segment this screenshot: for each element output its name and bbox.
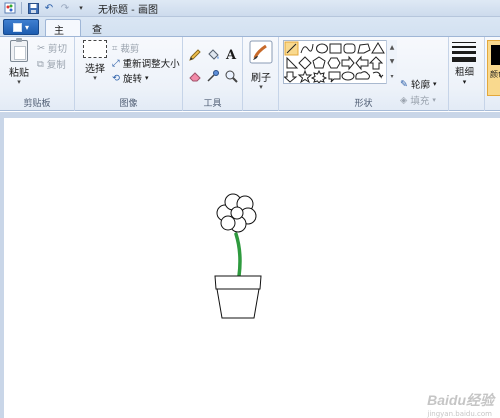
paint-app-icon[interactable] <box>3 2 17 15</box>
fill-label: 填充 <box>410 96 430 107</box>
window-title: 无标题 - 画图 <box>98 4 158 16</box>
crop-button[interactable]: ⌗ 裁剪 <box>112 41 140 56</box>
select-button[interactable]: 选择 ▾ <box>81 40 109 82</box>
chevron-down-icon: ▾ <box>17 78 21 86</box>
shapes-gallery-scrollbar[interactable]: ▲ ▼ ▾ <box>386 40 397 84</box>
scroll-down-icon[interactable]: ▼ <box>390 58 395 65</box>
fill-button[interactable]: ◈ 填充 ▾ <box>400 93 436 108</box>
resize-label: 重新调整大小 <box>122 59 180 70</box>
shapes-gallery <box>283 40 397 84</box>
pot-body <box>216 288 260 319</box>
expand-gallery-icon[interactable]: ▾ <box>390 73 393 80</box>
crop-label: 裁剪 <box>120 44 140 55</box>
chevron-down-icon: ▾ <box>259 83 263 91</box>
tab-view[interactable]: 查看 <box>84 19 118 51</box>
chevron-down-icon: ▾ <box>144 74 149 82</box>
title-bar: ↶ ↷ ▾ 无标题 - 画图 <box>0 0 500 17</box>
clipboard-group-label: 剪贴板 <box>23 99 51 109</box>
copy-label: 复制 <box>46 60 66 71</box>
save-icon[interactable] <box>26 2 40 15</box>
pencil-icon[interactable] <box>187 47 203 63</box>
tools-group-label: 工具 <box>203 99 222 109</box>
drawing-canvas[interactable]: Baidu经验 jingyan.baidu.com <box>4 118 500 418</box>
brushes-group: 刷子 ▾ <box>243 37 279 111</box>
clipboard-group: 粘贴 ▾ ✂ 剪切 ⧉ 复制 剪贴板 <box>0 37 75 111</box>
chevron-down-icon: ▾ <box>462 78 467 86</box>
image-group-label: 图像 <box>119 99 138 109</box>
fill-icon: ◈ <box>400 94 408 106</box>
clipboard-icon <box>10 38 28 62</box>
pot-rim <box>214 275 262 290</box>
line-thickness-icon[interactable] <box>452 42 478 65</box>
rotate-label: 旋转 <box>122 74 142 85</box>
outline-icon: ✎ <box>400 78 408 90</box>
chevron-down-icon: ▾ <box>93 74 97 82</box>
baidu-watermark-url: jingyan.baidu.com <box>427 410 492 418</box>
eraser-icon[interactable] <box>187 68 203 84</box>
color-picker-icon[interactable] <box>205 68 221 84</box>
select-label: 选择 <box>85 64 105 75</box>
select-icon <box>83 40 107 58</box>
copy-button[interactable]: ⧉ 复制 <box>37 57 66 72</box>
ribbon-tab-row: ▾ 主页 查看 <box>0 17 500 52</box>
rotate-icon: ⟲ <box>112 72 120 84</box>
tools-group: A 工具 <box>183 37 243 111</box>
baidu-watermark: Baidu经验 <box>427 392 494 408</box>
redo-icon[interactable]: ↷ <box>58 2 72 15</box>
cut-label: 剪切 <box>47 44 67 55</box>
brushes-label: 刷子 <box>251 73 271 84</box>
ribbon: 粘贴 ▾ ✂ 剪切 ⧉ 复制 剪贴板 选择 ▾ ⌗ 裁剪 ⤢ 重新调整大小 ⟲ … <box>0 36 500 111</box>
resize-button[interactable]: ⤢ 重新调整大小 <box>112 56 180 71</box>
color1-label: 颜色1 <box>490 70 500 79</box>
tab-home[interactable]: 主页 <box>45 19 81 52</box>
paste-button[interactable]: 粘贴 ▾ <box>6 38 32 86</box>
brushes-button[interactable]: 刷子 ▾ <box>246 40 276 91</box>
chevron-down-icon: ▾ <box>432 80 437 88</box>
rotate-button[interactable]: ⟲ 旋转 ▾ <box>112 71 149 86</box>
magnifier-icon[interactable] <box>223 68 239 84</box>
customize-toolbar-icon[interactable]: ▾ <box>74 2 88 15</box>
outline-button[interactable]: ✎ 轮廓 ▾ <box>400 77 437 92</box>
flower-petal <box>220 215 236 231</box>
flower-center <box>230 206 244 220</box>
copy-icon: ⧉ <box>37 58 44 70</box>
crop-icon: ⌗ <box>112 42 118 54</box>
document-icon <box>12 22 22 32</box>
brush-icon <box>249 40 273 67</box>
size-label: 粗细 <box>455 67 475 78</box>
outline-label: 轮廓 <box>410 80 430 91</box>
cut-button[interactable]: ✂ 剪切 <box>37 41 67 56</box>
scissors-icon: ✂ <box>37 42 45 54</box>
color1-swatch <box>491 45 500 65</box>
chevron-down-icon: ▾ <box>432 96 436 104</box>
paste-label: 粘贴 <box>9 68 29 79</box>
flower-stem <box>234 232 242 278</box>
flower-pot-drawing <box>214 193 262 319</box>
chevron-down-icon: ▾ <box>24 22 29 32</box>
resize-icon: ⤢ <box>112 57 120 69</box>
size-button[interactable]: 粗细 ▾ <box>455 64 474 86</box>
undo-icon[interactable]: ↶ <box>42 2 56 15</box>
color1-button[interactable]: 颜色1 <box>487 40 500 96</box>
scroll-up-icon[interactable]: ▲ <box>390 44 395 51</box>
toolbar-separator <box>21 2 22 14</box>
text-tool-icon[interactable]: A <box>223 47 239 63</box>
shapes-gallery-grid <box>283 41 385 84</box>
fill-bucket-icon[interactable] <box>205 47 221 63</box>
paint-menu-button[interactable]: ▾ <box>3 19 39 35</box>
image-group: 选择 ▾ ⌗ 裁剪 ⤢ 重新调整大小 ⟲ 旋转 ▾ 图像 <box>75 37 183 111</box>
